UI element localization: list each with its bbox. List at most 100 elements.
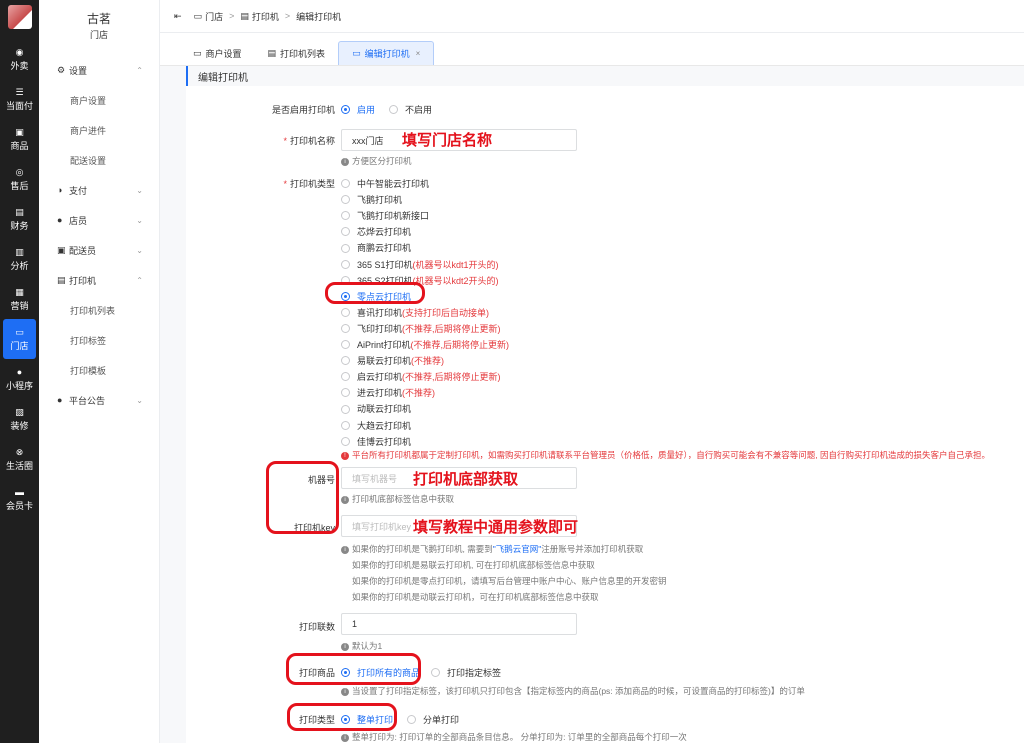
rail-label: 售后 — [10, 180, 29, 191]
rail-label: 商品 — [10, 140, 29, 151]
store-icon: ▭ — [193, 10, 203, 21]
printer-type-option[interactable]: 飞鹅打印机新接口 — [341, 209, 429, 222]
feie-official-link[interactable]: "飞鹅云官网" — [493, 544, 542, 554]
rail-item[interactable]: ▣ 商品 — [0, 119, 39, 159]
close-icon[interactable]: × — [416, 49, 421, 58]
printer-type-option[interactable]: 佳博云打印机 — [341, 435, 411, 448]
option-note: (机器号以kdt1开头的) — [412, 259, 499, 270]
sidebar-item-merchant-onboarding[interactable]: 商户进件 — [39, 115, 159, 145]
sidebar-group-announcements[interactable]: ● 平台公告 ⌄ — [39, 385, 159, 415]
rail-item[interactable]: ⊗ 生活圈 — [0, 439, 39, 479]
printer-type-option[interactable]: 飞印打印机(不推荐,后期将停止更新) — [341, 322, 501, 335]
store-icon: ▭ — [352, 48, 361, 58]
sidebar-item-print-labels[interactable]: 打印标签 — [39, 325, 159, 355]
printer-name-help: i 方便区分打印机 — [341, 155, 412, 167]
copies-input[interactable]: 1 — [341, 613, 577, 635]
printer-type-option[interactable]: 飞鹅打印机 — [341, 193, 402, 206]
sidebar-group-couriers[interactable]: ▣ 配送员 ⌄ — [39, 235, 159, 265]
breadcrumb-item-printer[interactable]: 打印机 — [252, 10, 279, 23]
printer-type-option[interactable]: 进云打印机(不推荐) — [341, 386, 435, 399]
sidebar-item-merchant-settings[interactable]: 商户设置 — [39, 85, 159, 115]
collapse-sidebar-icon[interactable]: ⇤ — [174, 11, 182, 22]
radio-icon — [341, 420, 350, 430]
rail-item[interactable]: ◎ 售后 — [0, 159, 39, 199]
sidebar-group-staff[interactable]: ● 店员 ⌄ — [39, 205, 159, 235]
radio-icon — [341, 340, 350, 350]
rail-item[interactable]: ▤ 财务 — [0, 199, 39, 239]
printer-type-option[interactable]: 大趋云打印机 — [341, 419, 411, 432]
radio-icon — [341, 372, 350, 382]
print-tagged-goods-radio[interactable]: 打印指定标签 — [431, 666, 501, 679]
rail-label: 分析 — [10, 260, 29, 271]
enable-radio-on[interactable]: 启用 — [341, 103, 375, 116]
printer-key-help-2: 如果你的打印机是易联云打印机, 可在打印机底部标签信息中获取 — [352, 560, 595, 570]
sidebar-group-settings[interactable]: ⚙ 设置 ⌃ — [39, 55, 159, 85]
rail-item[interactable]: ▬ 会员卡 — [0, 479, 39, 519]
print-goods-help: i 当设置了打印指定标签，该打印机只打印包含【指定标签内的商品(ps: 添加商品的… — [341, 685, 805, 697]
sidebar-group-label: 支付 — [69, 185, 88, 196]
copies-label: 打印联数 — [298, 622, 335, 632]
chevron-down-icon: ⌄ — [136, 215, 143, 225]
chevron-up-icon: ⌃ — [136, 275, 143, 285]
rail-item[interactable]: ▥ 分析 — [0, 239, 39, 279]
info-icon: i — [341, 495, 349, 504]
info-icon: i — [341, 157, 349, 166]
rail-icon: ⊗ — [15, 446, 24, 457]
app-logo[interactable] — [7, 5, 32, 29]
print-type-help: i 整单打印为: 打印订单的全部商品条目信息。 分单打印为: 订单里的全部商品每个… — [341, 731, 687, 743]
shop-name: 古茗 — [86, 12, 111, 26]
radio-icon — [341, 227, 350, 237]
rail-item[interactable]: ▨ 装修 — [0, 399, 39, 439]
printer-type-option[interactable]: 中午智能云打印机 — [341, 177, 429, 190]
enable-radio-off[interactable]: 不启用 — [389, 103, 432, 116]
sidebar-group-payment[interactable]: ◑ 支付 ⌄ — [39, 175, 159, 205]
printer-type-option[interactable]: AiPrint打印机(不推荐,后期将停止更新) — [341, 338, 509, 351]
printer-type-option[interactable]: 365 S1打印机(机器号以kdt1开头的) — [341, 258, 499, 271]
highlight-print-type — [287, 703, 397, 731]
option-note: (不推荐,后期将停止更新) — [402, 372, 501, 383]
tab-printer-list[interactable]: ▤ 打印机列表 — [255, 41, 339, 65]
printer-type-option[interactable]: 商鹏云打印机 — [341, 241, 411, 254]
rail-item[interactable]: ◉ 外卖 — [0, 39, 39, 79]
radio-icon — [341, 211, 350, 221]
print-split-order-radio[interactable]: 分单打印 — [407, 713, 459, 726]
printer-type-warning: ! 平台所有打印机都属于定制打印机，如需购买打印机请联系平台管理员（价格低，质量好… — [341, 449, 990, 461]
rail-icon: ▬ — [15, 486, 24, 497]
printer-type-option[interactable]: 喜讯打印机(支持打印后自动接单) — [341, 306, 489, 319]
chevron-down-icon: ⌄ — [136, 245, 143, 255]
printer-key-help-1: i 如果你的打印机是飞鹅打印机, 需要到"飞鹅云官网"注册账号并添加打印机获取 — [341, 543, 643, 555]
chevron-down-icon: ⌄ — [136, 395, 143, 405]
radio-icon — [341, 195, 350, 205]
rail-item[interactable]: ▦ 营销 — [0, 279, 39, 319]
tab-edit-printer[interactable]: ▭ 编辑打印机 × — [338, 41, 435, 65]
tab-label: 打印机列表 — [280, 48, 326, 59]
rail-label: 当面付 — [5, 100, 33, 111]
tab-label: 商户设置 — [205, 48, 242, 59]
sidebar-group-label: 设置 — [69, 65, 88, 76]
printer-type-option[interactable]: 启云打印机(不推荐,后期将停止更新) — [341, 370, 501, 383]
rail-item[interactable]: ☰ 当面付 — [0, 79, 39, 119]
sidebar-group-printer[interactable]: ▤ 打印机 ⌃ — [39, 265, 159, 295]
printer-type-option[interactable]: 芯烨云打印机 — [341, 225, 411, 238]
sidebar-item-delivery-settings[interactable]: 配送设置 — [39, 145, 159, 175]
sidebar-item-print-templates[interactable]: 打印模板 — [39, 355, 159, 385]
breadcrumb-item-store[interactable]: 门店 — [205, 10, 223, 23]
printer-type-option[interactable]: 易联云打印机(不推荐) — [341, 354, 444, 367]
radio-icon — [407, 715, 416, 725]
sidebar-group-label: 平台公告 — [69, 395, 106, 406]
radio-icon — [341, 243, 350, 253]
printer-type-option[interactable]: 动联云打印机 — [341, 402, 411, 415]
sidebar-item-printer-list[interactable]: 打印机列表 — [39, 295, 159, 325]
rail-item[interactable]: ▭ 门店 — [3, 319, 36, 359]
courier-icon: ▣ — [57, 244, 66, 255]
machine-no-help: i 打印机底部标签信息中获取 — [341, 493, 454, 505]
chevron-down-icon: ⌄ — [136, 185, 143, 195]
rail-label: 外卖 — [10, 60, 29, 71]
rail-icon: ☰ — [15, 86, 24, 97]
rail-icon: ◎ — [15, 166, 24, 177]
breadcrumb-separator: > — [284, 11, 291, 21]
rail-item[interactable]: ● 小程序 — [0, 359, 39, 399]
announcement-icon: ● — [57, 395, 63, 405]
tab-merchant-settings[interactable]: ▭ 商户设置 — [180, 41, 255, 65]
rail-icon: ▤ — [15, 206, 24, 217]
